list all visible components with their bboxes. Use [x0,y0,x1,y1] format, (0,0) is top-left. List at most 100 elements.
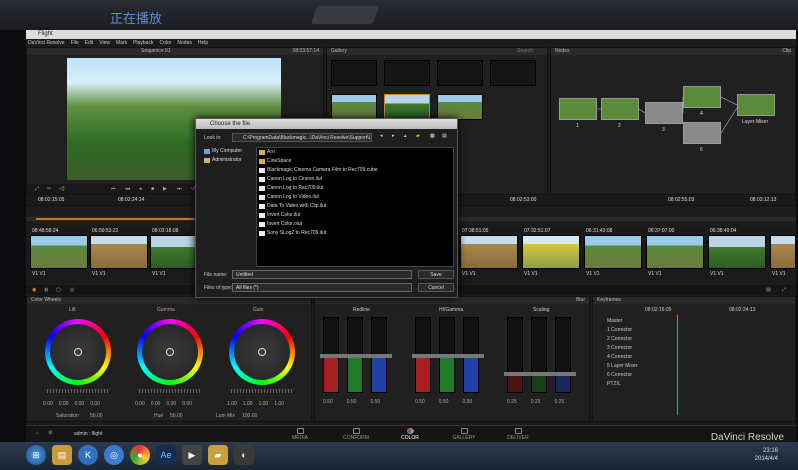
menu-help[interactable]: Help [198,39,208,47]
detail-view-icon[interactable]: ▤ [442,133,447,139]
menu-nodes[interactable]: Nodes [177,39,191,47]
save-button[interactable]: Save [418,270,454,279]
menu-davinci[interactable]: DaVinci Resolve [28,39,65,47]
track-row[interactable]: 3 Corrector [597,344,647,353]
gamma-wheel[interactable] [137,319,203,385]
page-color[interactable]: COLOR [390,428,430,441]
page-media[interactable]: MEDIA [280,428,320,441]
tool-pointer-icon[interactable]: ⤢ [35,186,39,192]
still-thumb[interactable] [384,94,430,120]
still-thumb[interactable] [490,60,536,86]
file-type-select[interactable]: All files (*) [232,283,412,292]
gain-wheel[interactable] [229,319,295,385]
path-select[interactable]: C:\ProgramData\Blackmagic...\DaVinci Res… [232,133,372,142]
menu-file[interactable]: File [71,39,79,47]
video-icon[interactable]: ▶ [182,445,202,465]
chrome-icon[interactable]: ● [130,445,150,465]
resolve-icon[interactable]: ◐ [234,445,254,465]
green-bar[interactable] [436,317,460,393]
blue-bar[interactable] [368,317,392,393]
still-thumb[interactable] [384,60,430,86]
menu-color[interactable]: Color [159,39,171,47]
green-bar[interactable] [528,317,552,393]
page-gallery[interactable]: GALLERY [444,428,484,441]
track-row[interactable]: 2 Corrector [597,335,647,344]
track-row[interactable]: PTZ/L [597,380,647,389]
file-item[interactable]: Blackmagic Cinema Camera Film to Rec709.… [257,166,453,175]
window-tool-icon[interactable]: ▢ [56,287,61,293]
keyframe-ruler[interactable]: 08:02:15:05 08:02:24:13 [645,307,793,315]
back-icon[interactable]: ◂ [380,133,383,139]
file-item[interactable]: Data To Video with Clip.ilut [257,202,453,211]
playhead[interactable] [677,315,678,415]
menu-view[interactable]: View [99,39,110,47]
audio-icon[interactable]: ◁) [59,186,65,192]
play-icon[interactable]: ▶ [163,186,167,192]
clip-item[interactable]: 07:32:51:07 V1 V1 [522,227,580,281]
track-row[interactable]: 4 Corrector [597,353,647,362]
clip-item[interactable]: 07:38:51:05 V1 V1 [460,227,518,281]
step-back-icon[interactable]: ◂◂ [125,186,130,192]
still-thumb[interactable] [437,60,483,86]
file-item[interactable]: Invert Color.ilut [257,211,453,220]
settings-icon[interactable]: ⚙ [48,430,52,436]
blue-bar[interactable] [552,317,576,393]
menu-mark[interactable]: Mark [116,39,127,47]
home-icon[interactable]: ⌂ [36,430,39,436]
prev-frame-icon[interactable]: ◂ [139,186,142,192]
folder-icon[interactable]: ▰ [208,445,228,465]
file-item[interactable]: Canon Log to Video.ilut [257,193,453,202]
lift-wheel[interactable] [45,319,111,385]
still-thumb[interactable] [331,94,377,120]
clip-item[interactable]: 06:59:53:22 V1 V1 [90,227,148,281]
sidebar-my-computer[interactable]: My Computer [202,147,254,156]
tool-scissors-icon[interactable]: ✂ [47,186,51,192]
red-bar[interactable] [504,317,528,393]
track-row[interactable]: 1 Corrector [597,326,647,335]
new-folder-icon[interactable]: ▰ [416,133,420,139]
file-item[interactable]: Invert Color.olut [257,220,453,229]
track-row[interactable]: Master [597,317,647,326]
list-view-icon[interactable]: ▦ [430,133,435,139]
go-start-icon[interactable]: ⏮ [111,186,116,192]
clip-item[interactable]: V1 V1 [770,227,796,281]
green-bar[interactable] [344,317,368,393]
gain-master[interactable] [231,389,293,393]
gallery-search-input[interactable]: Search [517,48,533,55]
menu-playback[interactable]: Playback [133,39,153,47]
explorer-icon[interactable]: ▤ [52,445,72,465]
track-row[interactable]: 6 Corrector [597,371,647,380]
gamma-master[interactable] [139,389,201,393]
file-name-input[interactable]: Untitled [232,270,412,279]
still-thumb[interactable] [437,94,483,120]
mixer-mode[interactable]: Blur [576,297,585,304]
blue-bar[interactable] [460,317,484,393]
after-effects-icon[interactable]: Ae [156,445,176,465]
clip-item[interactable]: 06:37:07:00 V1 V1 [646,227,704,281]
red-bar[interactable] [320,317,344,393]
clip-item[interactable]: 06:38:49:04 V1 V1 [708,227,766,281]
stop-icon[interactable]: ■ [151,186,154,192]
file-item[interactable]: Canon Log to Cineon.ilut [257,175,453,184]
menu-edit[interactable]: Edit [85,39,94,47]
wheels-tool-icon[interactable]: ◉ [32,287,36,293]
lift-master[interactable] [47,389,109,393]
cancel-button[interactable]: Cancel [418,283,454,292]
file-item[interactable]: Sony SLog2 to Rec709.ilut [257,229,453,238]
forward-icon[interactable]: ▸ [392,133,395,139]
page-conform[interactable]: CONFORM [336,428,376,441]
start-icon[interactable]: ⊞ [26,445,46,465]
clip-item[interactable]: 08:48:58:24 V1 V1 [30,227,88,281]
folder-item[interactable]: CineSpace [257,157,453,166]
view-tool-icon[interactable]: ▤ [766,287,771,293]
player-tab[interactable] [310,6,380,24]
page-deliver[interactable]: DELIVER [498,428,538,441]
expand-tool-icon[interactable]: ⤢ [782,287,786,293]
globe-icon[interactable]: ◎ [104,445,124,465]
curves-tool-icon[interactable]: ◍ [44,287,48,293]
go-end-icon[interactable]: ⏭ [177,186,182,192]
sidebar-administrator[interactable]: Administrator [202,156,254,165]
up-folder-icon[interactable]: ▴ [404,133,407,139]
folder-item[interactable]: Arri [257,148,453,157]
tracker-tool-icon[interactable]: ◎ [70,287,74,293]
